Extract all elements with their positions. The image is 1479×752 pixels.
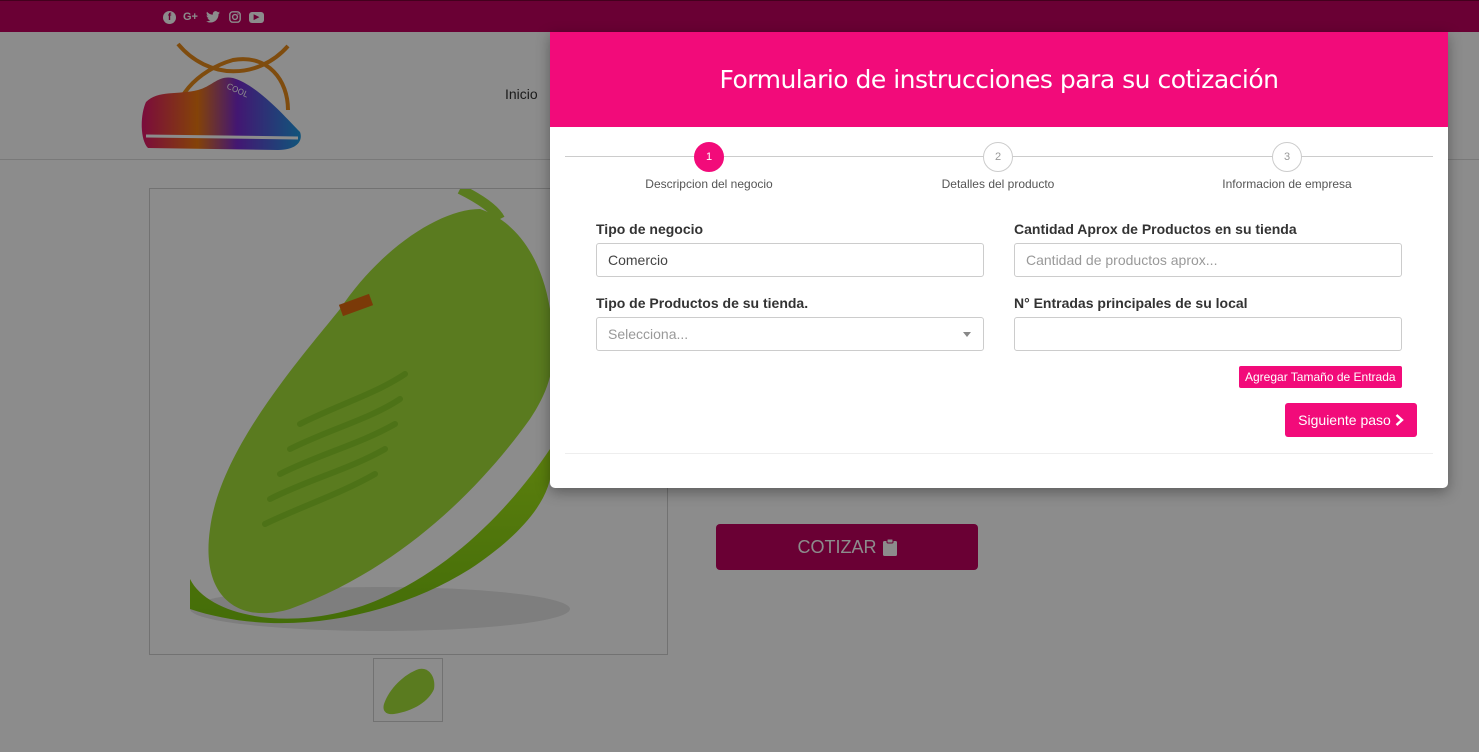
next-step-label: Siguiente paso [1298, 412, 1391, 428]
step-1[interactable]: 1 Descripcion del negocio [609, 142, 809, 191]
step-1-number: 1 [694, 142, 724, 172]
entradas-input[interactable] [1014, 317, 1402, 351]
step-3-number: 3 [1272, 142, 1302, 172]
step-3-label: Informacion de empresa [1222, 177, 1352, 191]
tipo-productos-select[interactable]: Selecciona... [596, 317, 984, 351]
cantidad-placeholder: Cantidad de productos aprox... [1026, 252, 1218, 268]
tipo-negocio-input[interactable]: Comercio [596, 243, 984, 277]
tipo-negocio-value: Comercio [608, 252, 668, 268]
quote-form-modal: Formulario de instrucciones para su coti… [550, 32, 1448, 488]
modal-title: Formulario de instrucciones para su coti… [719, 65, 1279, 94]
next-step-button[interactable]: Siguiente paso [1285, 403, 1417, 437]
step-3[interactable]: 3 Informacion de empresa [1187, 142, 1387, 191]
tipo-productos-placeholder: Selecciona... [608, 326, 689, 342]
chevron-right-icon [1395, 414, 1404, 426]
tipo-productos-label: Tipo de Productos de su tienda. [596, 295, 809, 311]
form-stepper: 1 Descripcion del negocio 2 Detalles del… [565, 142, 1433, 202]
cantidad-label: Cantidad Aprox de Productos en su tienda [1014, 221, 1297, 237]
step-2-number: 2 [983, 142, 1013, 172]
step-2[interactable]: 2 Detalles del producto [898, 142, 1098, 191]
modal-footer-divider [565, 453, 1433, 454]
dropdown-caret-icon [963, 332, 971, 337]
step-2-label: Detalles del producto [941, 177, 1055, 191]
add-entry-size-button[interactable]: Agregar Tamaño de Entrada [1239, 366, 1402, 388]
cantidad-input[interactable]: Cantidad de productos aprox... [1014, 243, 1402, 277]
step-1-label: Descripcion del negocio [645, 177, 773, 191]
tipo-negocio-label: Tipo de negocio [596, 221, 704, 237]
entradas-label: N° Entradas principales de su local [1014, 295, 1248, 311]
modal-header: Formulario de instrucciones para su coti… [550, 32, 1448, 127]
